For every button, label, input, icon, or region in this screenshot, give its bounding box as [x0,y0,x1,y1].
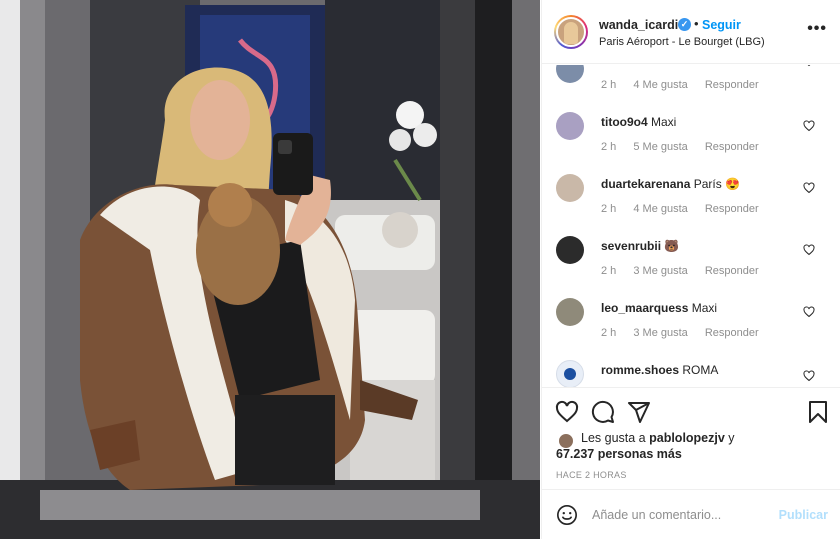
commenter-username[interactable]: duartekarenana [601,177,690,191]
post-photo[interactable] [0,0,540,539]
commenter-avatar[interactable] [556,236,584,264]
commenter-username[interactable]: titoo9o4 [601,115,648,129]
comment-item: 2 h 4 Me gusta Responder [542,65,840,91]
comment-text: sevenrubii 🐻 [601,239,679,253]
comment-meta: 2 h 3 Me gusta Responder [601,265,773,277]
comment-text: duartekarenana París 😍 [601,177,740,191]
emoji-icon[interactable] [556,504,578,526]
liked-by-user[interactable]: pablolopezjv [649,431,725,445]
commenter-avatar[interactable] [556,298,584,326]
commenter-avatar[interactable] [556,65,584,83]
comment-time: 2 h [601,141,617,153]
comment-meta: 2 h 3 Me gusta Responder [601,327,773,339]
comment-meta: 2 h 5 Me gusta Responder [601,141,773,153]
post-sidebar: wanda_icardi ✓ • Seguir Paris Aéroport -… [541,0,840,539]
heart-icon[interactable] [803,65,815,67]
commenter-avatar[interactable] [556,360,584,387]
comment-text: leo_maarquess Maxi [601,301,717,315]
bookmark-icon[interactable] [806,400,830,424]
reply-button[interactable]: Responder [705,141,759,153]
add-comment-bar: Publicar [542,489,840,539]
heart-icon[interactable] [803,182,815,194]
likes-summary: Les gusta a pablolopezjv y [581,431,735,445]
reply-button[interactable]: Responder [705,203,759,215]
comment-input[interactable] [592,502,772,528]
commenter-username[interactable]: sevenrubii [601,239,661,253]
follow-button[interactable]: Seguir [702,18,741,32]
comment-text: romme.shoes ROMA [601,363,718,377]
heart-icon[interactable] [803,244,815,256]
comment-body: ROMA [682,363,719,377]
comments-list[interactable]: 2 h 4 Me gusta Responder titoo9o4 Maxi 2… [542,65,840,387]
comment-body: Maxi [691,301,718,315]
comment-text: titoo9o4 Maxi [601,115,676,129]
verified-icon: ✓ [678,18,691,31]
comment-likes[interactable]: 5 Me gusta [633,141,687,153]
reply-button[interactable]: Responder [705,79,759,91]
likes-prefix: Les gusta a [581,431,650,445]
likes-count-text[interactable]: 67.237 personas más [556,447,682,461]
comment-likes[interactable]: 3 Me gusta [633,265,687,277]
comment-time: 2 h [601,265,617,277]
reply-button[interactable]: Responder [705,327,759,339]
reply-button[interactable]: Responder [705,265,759,277]
comment-meta: 2 h 4 Me gusta Responder [601,203,773,215]
comment-time: 2 h [601,327,617,339]
comment-item: titoo9o4 Maxi 2 h 5 Me gusta Responder [542,112,840,174]
comment-body: Maxi [651,115,677,129]
likes-count[interactable]: 67.237 personas más [556,447,682,461]
post-timestamp[interactable]: HACE 2 HORAS [556,470,627,480]
heart-icon[interactable] [555,400,579,424]
comment-meta: 2 h 4 Me gusta Responder [601,79,773,91]
mirror-selfie-image [0,0,540,539]
comment-icon[interactable] [591,400,615,424]
commenter-avatar[interactable] [556,112,584,140]
more-options-icon[interactable]: ••• [807,21,827,37]
post-header: wanda_icardi ✓ • Seguir Paris Aéroport -… [542,0,840,64]
comment-body: 🐻 [664,239,680,253]
comment-time: 2 h [601,79,617,91]
heart-icon[interactable] [803,370,815,382]
comment-likes[interactable]: 4 Me gusta [633,79,687,91]
post-actions: Les gusta a pablolopezjv y 67.237 person… [542,387,840,539]
header-separator: • [694,16,699,31]
comment-likes[interactable]: 4 Me gusta [633,203,687,215]
comment-item: romme.shoes ROMA [542,360,840,387]
comment-time: 2 h [601,203,617,215]
commenter-username[interactable]: leo_maarquess [601,301,688,315]
comment-body: París 😍 [693,177,741,191]
post-location[interactable]: Paris Aéroport - Le Bourget (LBG) [599,36,765,48]
comment-likes[interactable]: 3 Me gusta [633,327,687,339]
publish-button[interactable]: Publicar [779,508,828,522]
comment-item: sevenrubii 🐻 2 h 3 Me gusta Responder [542,236,840,298]
author-username[interactable]: wanda_icardi [599,18,678,32]
share-icon[interactable] [627,400,651,424]
heart-icon[interactable] [803,306,815,318]
comment-item: duartekarenana París 😍 2 h 4 Me gusta Re… [542,174,840,236]
heart-icon[interactable] [803,120,815,132]
commenter-username[interactable]: romme.shoes [601,363,679,377]
commenter-avatar[interactable] [556,174,584,202]
author-avatar[interactable] [554,15,588,49]
likes-suffix: y [724,431,735,445]
comment-item: leo_maarquess Maxi 2 h 3 Me gusta Respon… [542,298,840,360]
